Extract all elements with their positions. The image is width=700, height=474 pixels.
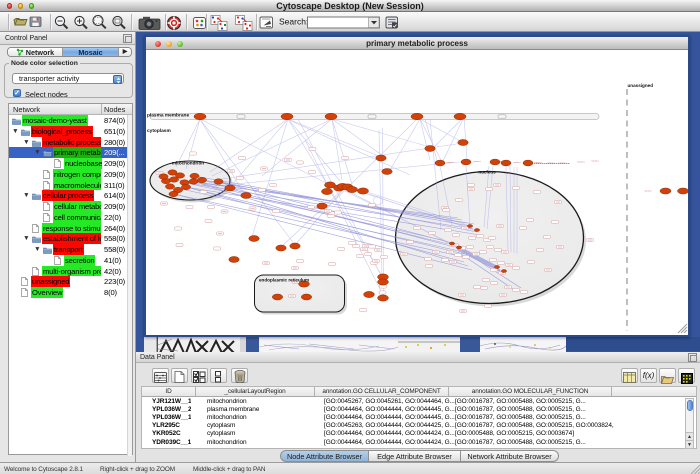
svg-text:Search:: Search:	[279, 17, 308, 27]
svg-text:unassigned: unassigned	[628, 83, 654, 88]
svg-text:nucleus: nucleus	[478, 170, 496, 175]
svg-text:mitochondrion: mitochondrion	[172, 161, 204, 166]
svg-text:plasma membrane: plasma membrane	[147, 113, 189, 119]
svg-text:cytoplasm: cytoplasm	[147, 128, 171, 134]
svg-text:endoplasmic reticulum: endoplasmic reticulum	[259, 278, 309, 283]
